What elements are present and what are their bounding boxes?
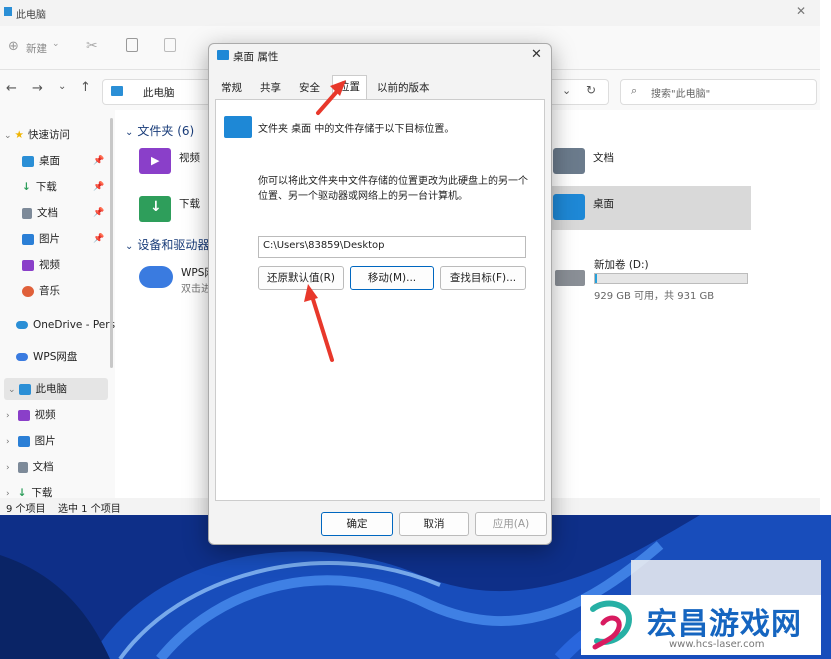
arrow-to-location-tab xyxy=(316,80,346,115)
arrow-to-restore-button xyxy=(304,284,334,362)
watermark-brand: 宏昌游戏网 xyxy=(647,607,802,642)
watermark: 宏昌游戏网 www.hcs-laser.com xyxy=(581,595,821,655)
watermark-url: www.hcs-laser.com xyxy=(669,639,765,650)
brand-logo-icon xyxy=(590,600,633,650)
